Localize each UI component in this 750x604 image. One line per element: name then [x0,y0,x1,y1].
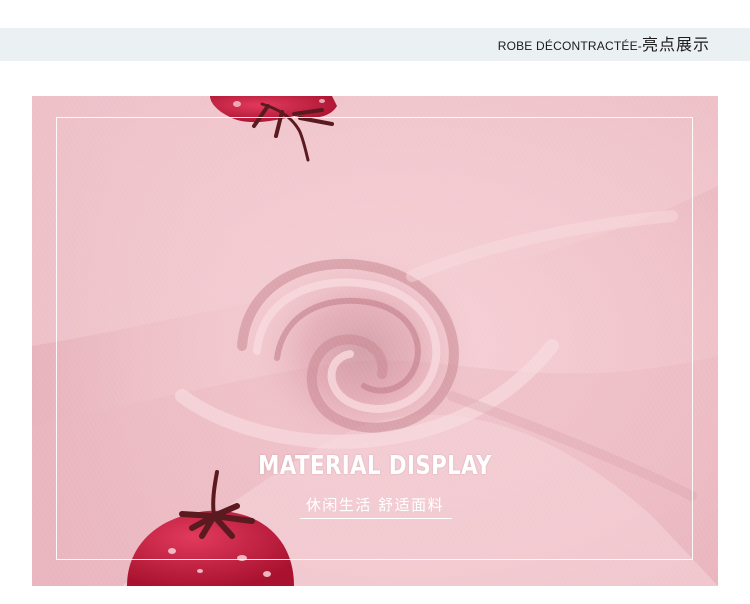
section-title: ROBE DÉCONTRACTÉE-亮点展示 [498,36,710,55]
caption-title: MATERIAL DISPLAY [258,451,492,481]
section-title-cjk: 亮点展示 [641,35,710,54]
caption-subtitle: 休闲生活 舒适面料 [305,496,445,514]
caption-underline [300,518,452,519]
section-title-latin: ROBE DÉCONTRACTÉE- [497,39,642,53]
fabric-photo: MATERIAL DISPLAY 休闲生活 舒适面料 [32,96,718,586]
